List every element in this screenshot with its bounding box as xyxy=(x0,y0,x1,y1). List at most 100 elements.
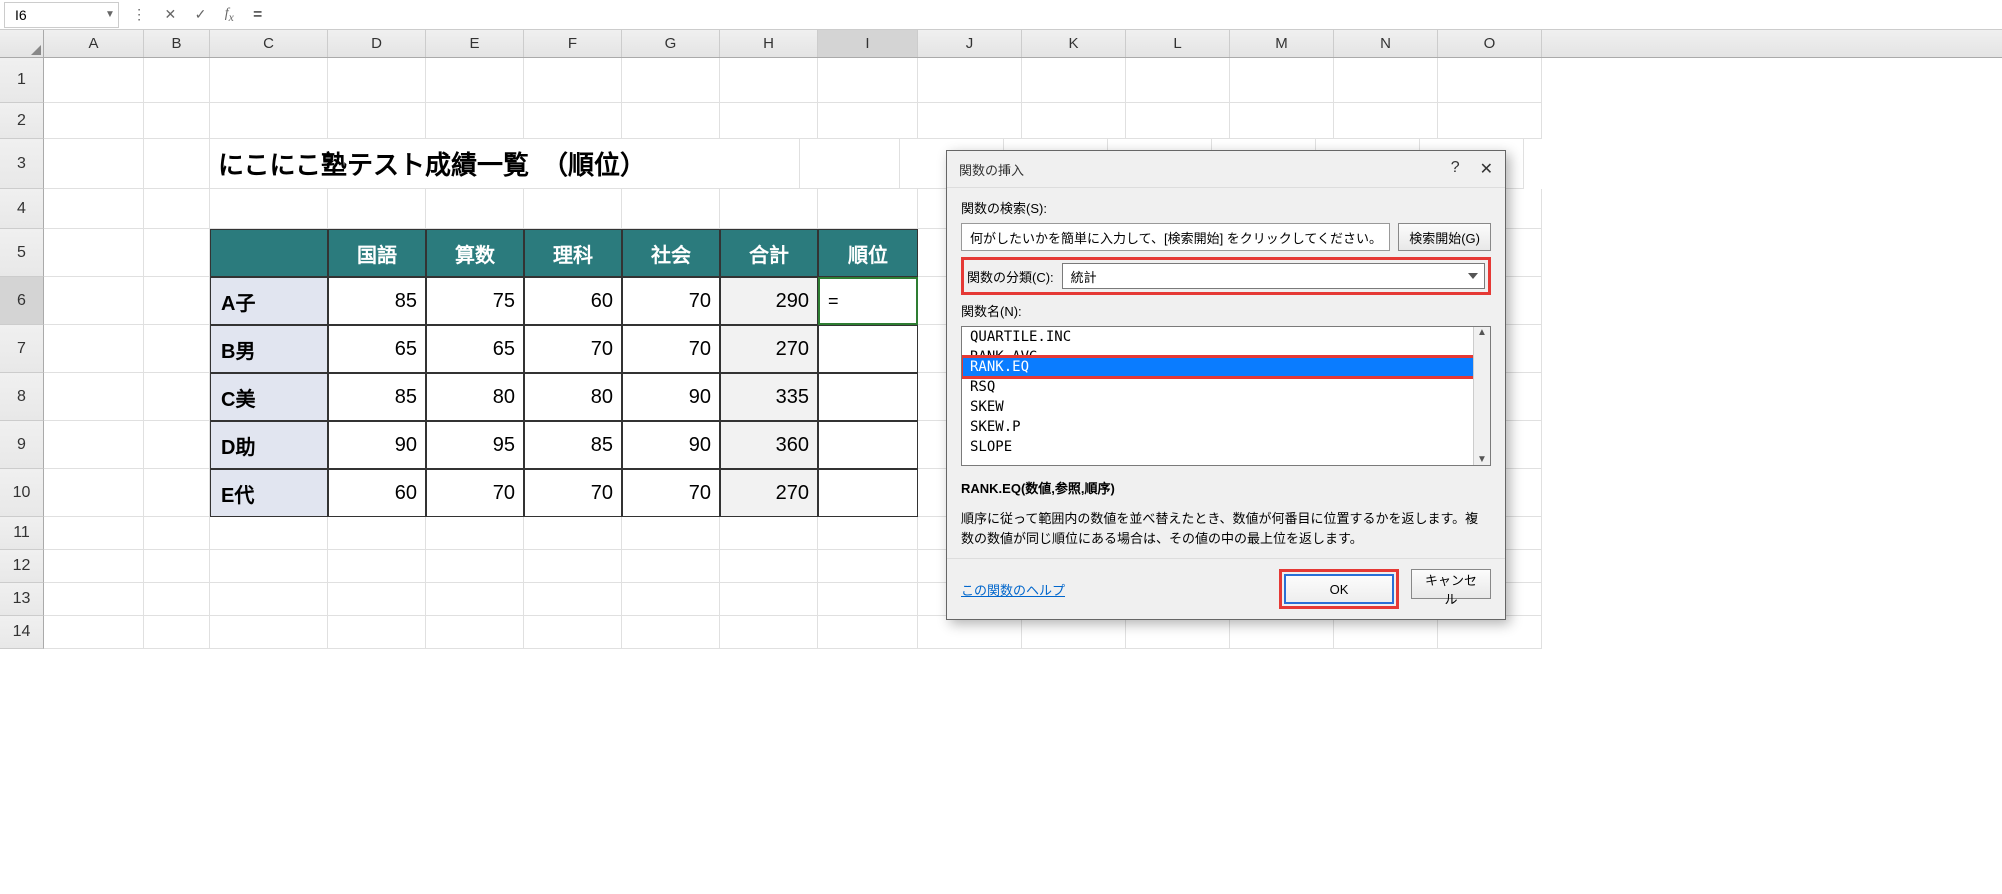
cell[interactable] xyxy=(918,58,1022,103)
cell[interactable] xyxy=(524,517,622,550)
cell[interactable]: 65 xyxy=(426,325,524,373)
cell[interactable]: 60 xyxy=(524,277,622,325)
cell[interactable]: 80 xyxy=(524,373,622,421)
cell[interactable] xyxy=(144,58,210,103)
cell-total[interactable]: 360 xyxy=(720,421,818,469)
row-header[interactable]: 10 xyxy=(0,469,44,517)
scroll-down-icon[interactable]: ▼ xyxy=(1477,454,1487,465)
cell[interactable] xyxy=(524,58,622,103)
function-item[interactable]: SLOPE xyxy=(962,437,1490,457)
cell[interactable] xyxy=(1230,58,1334,103)
cell[interactable] xyxy=(328,583,426,616)
cell[interactable] xyxy=(328,616,426,649)
cell[interactable] xyxy=(426,550,524,583)
cell-rank[interactable] xyxy=(818,325,918,373)
cell-total[interactable]: 270 xyxy=(720,325,818,373)
fx-icon[interactable]: fx xyxy=(225,6,234,24)
cell[interactable] xyxy=(210,189,328,229)
row-header[interactable]: 4 xyxy=(0,189,44,229)
cell[interactable] xyxy=(622,583,720,616)
cell-rank[interactable] xyxy=(818,373,918,421)
col-header-B[interactable]: B xyxy=(144,30,210,57)
cell-total[interactable]: 335 xyxy=(720,373,818,421)
cell[interactable]: 90 xyxy=(622,421,720,469)
cell[interactable] xyxy=(1230,616,1334,649)
cell[interactable] xyxy=(818,517,918,550)
cell[interactable] xyxy=(1334,58,1438,103)
select-all-corner[interactable] xyxy=(0,30,44,57)
cell[interactable]: 85 xyxy=(328,373,426,421)
cell[interactable] xyxy=(44,550,144,583)
cell[interactable] xyxy=(818,616,918,649)
search-start-button[interactable]: 検索開始(G) xyxy=(1398,223,1491,251)
cell[interactable] xyxy=(210,616,328,649)
cell[interactable] xyxy=(144,517,210,550)
col-header-G[interactable]: G xyxy=(622,30,720,57)
cell[interactable] xyxy=(210,583,328,616)
cancel-button[interactable]: キャンセル xyxy=(1411,569,1491,599)
cell[interactable] xyxy=(918,616,1022,649)
cell[interactable] xyxy=(622,517,720,550)
cell[interactable] xyxy=(1126,58,1230,103)
cell[interactable] xyxy=(426,583,524,616)
cell[interactable] xyxy=(622,550,720,583)
cell[interactable] xyxy=(44,469,144,517)
cell[interactable] xyxy=(622,189,720,229)
table-row-name[interactable]: A子 xyxy=(210,277,328,325)
col-header-O[interactable]: O xyxy=(1438,30,1542,57)
chevron-down-icon[interactable]: ▼ xyxy=(102,9,118,20)
row-header[interactable]: 11 xyxy=(0,517,44,550)
cell[interactable] xyxy=(1334,103,1438,139)
cell[interactable] xyxy=(144,583,210,616)
cell[interactable] xyxy=(622,58,720,103)
row-header[interactable]: 1 xyxy=(0,58,44,103)
cell[interactable]: 70 xyxy=(524,469,622,517)
table-row-name[interactable]: D助 xyxy=(210,421,328,469)
cell[interactable] xyxy=(144,229,210,277)
cell[interactable]: 70 xyxy=(622,277,720,325)
cell[interactable] xyxy=(144,277,210,325)
accept-formula-icon[interactable]: ✓ xyxy=(195,6,207,23)
cell[interactable]: 70 xyxy=(426,469,524,517)
col-header-D[interactable]: D xyxy=(328,30,426,57)
cell[interactable] xyxy=(1022,58,1126,103)
cell[interactable] xyxy=(210,103,328,139)
sheet-title[interactable]: にこにこ塾テスト成績一覧 （順位） xyxy=(210,139,800,189)
col-header-C[interactable]: C xyxy=(210,30,328,57)
col-header-H[interactable]: H xyxy=(720,30,818,57)
table-header[interactable]: 理科 xyxy=(524,229,622,277)
cell[interactable]: 90 xyxy=(622,373,720,421)
name-box[interactable]: I6 ▼ xyxy=(4,2,119,28)
function-help-link[interactable]: この関数のヘルプ xyxy=(961,580,1065,599)
cell[interactable] xyxy=(144,421,210,469)
cell[interactable] xyxy=(426,103,524,139)
cell[interactable]: 80 xyxy=(426,373,524,421)
dialog-titlebar[interactable]: 関数の挿入 ? ✕ xyxy=(947,151,1505,188)
row-header[interactable]: 2 xyxy=(0,103,44,139)
cell[interactable] xyxy=(1334,616,1438,649)
cell[interactable] xyxy=(44,517,144,550)
cell[interactable]: 70 xyxy=(622,325,720,373)
cell-total[interactable]: 270 xyxy=(720,469,818,517)
row-header[interactable]: 3 xyxy=(0,139,44,189)
cell[interactable] xyxy=(524,616,622,649)
cell[interactable] xyxy=(1438,103,1542,139)
table-header[interactable]: 社会 xyxy=(622,229,720,277)
cell[interactable] xyxy=(426,58,524,103)
cell[interactable] xyxy=(622,103,720,139)
col-header-K[interactable]: K xyxy=(1022,30,1126,57)
col-header-E[interactable]: E xyxy=(426,30,524,57)
cell[interactable] xyxy=(524,583,622,616)
function-item[interactable]: RSQ xyxy=(962,377,1490,397)
cell[interactable] xyxy=(44,229,144,277)
scrollbar[interactable]: ▲▼ xyxy=(1473,327,1490,465)
cell-rank[interactable] xyxy=(818,421,918,469)
row-header[interactable]: 7 xyxy=(0,325,44,373)
function-item[interactable]: SKEW xyxy=(962,397,1490,417)
cell[interactable] xyxy=(1438,616,1542,649)
cell[interactable] xyxy=(44,421,144,469)
scroll-up-icon[interactable]: ▲ xyxy=(1477,327,1487,338)
cell[interactable] xyxy=(328,189,426,229)
cell[interactable] xyxy=(818,189,918,229)
cell[interactable] xyxy=(720,517,818,550)
